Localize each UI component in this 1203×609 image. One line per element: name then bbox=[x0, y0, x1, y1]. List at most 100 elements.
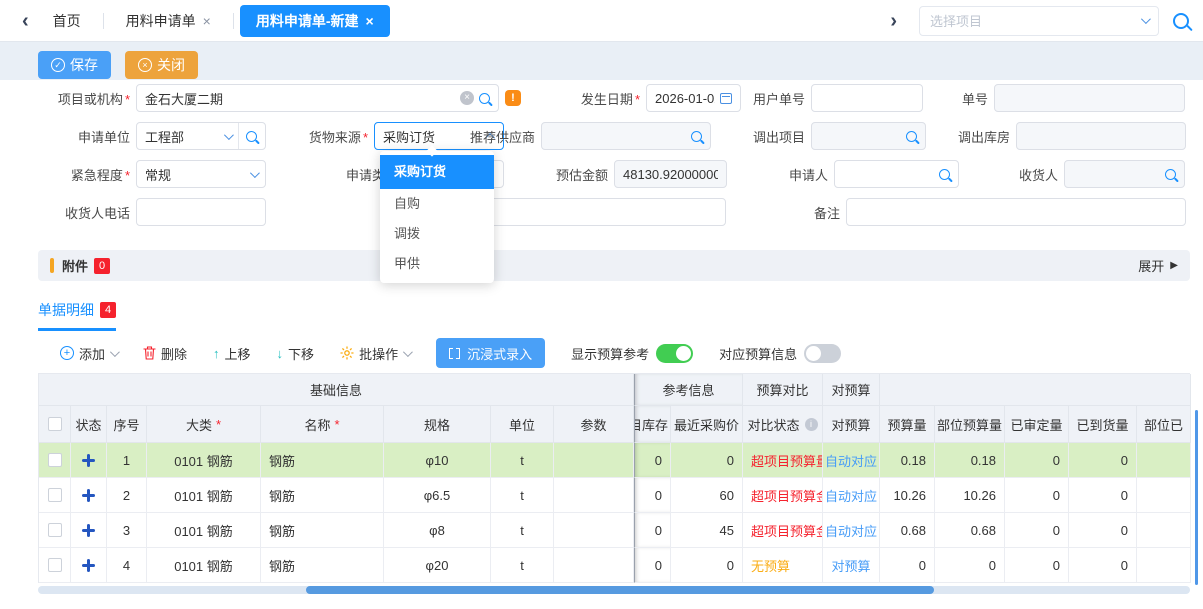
move-up-button[interactable]: ↑ 上移 bbox=[213, 344, 251, 363]
row-checkbox[interactable] bbox=[48, 488, 62, 502]
table-row[interactable]: 40101 钢筋钢筋φ20t00无预算对预算0000 bbox=[39, 548, 1190, 583]
chevron-down-icon bbox=[250, 168, 260, 178]
cell-compare_status: 超项目预算金额 bbox=[743, 478, 823, 513]
to-budget-link[interactable]: 自动对应 bbox=[825, 521, 877, 540]
cell-arrived_qty: 0 bbox=[1069, 443, 1137, 478]
table-row[interactable]: 30101 钢筋钢筋φ8t045超项目预算金额自动对应0.680.6800 bbox=[39, 513, 1190, 548]
search-icon[interactable] bbox=[906, 131, 917, 142]
cell-compare_status: 超项目预算量, bbox=[743, 443, 823, 478]
tab-material-request[interactable]: 用料申请单 × bbox=[110, 5, 227, 37]
source-option-2[interactable]: 调拨 bbox=[380, 219, 494, 249]
expand-button[interactable]: 展开 ▶ bbox=[1138, 256, 1178, 275]
compare-status-text: 超项目预算金额 bbox=[751, 486, 823, 505]
batch-ops-button[interactable]: 批操作 bbox=[340, 344, 410, 363]
tab-label: 首页 bbox=[53, 11, 81, 31]
column-header-label: 预算量 bbox=[887, 415, 926, 434]
show-budget-ref-toggle[interactable] bbox=[656, 344, 693, 363]
delete-button[interactable]: 删除 bbox=[143, 344, 187, 363]
add-row-plus-icon[interactable] bbox=[82, 559, 95, 572]
column-group-header: 参考信息 bbox=[634, 374, 743, 406]
cell-arrived_qty: 0 bbox=[1069, 478, 1137, 513]
source-option-3[interactable]: 甲供 bbox=[380, 249, 494, 279]
clear-icon[interactable]: × bbox=[460, 91, 474, 105]
tab-material-request-new[interactable]: 用料申请单-新建 × bbox=[240, 5, 390, 37]
cell-checkbox bbox=[39, 478, 71, 513]
tab-home[interactable]: 首页 bbox=[37, 5, 97, 37]
project-select[interactable]: 选择项目 bbox=[919, 6, 1159, 36]
select-all-checkbox[interactable] bbox=[48, 417, 62, 431]
add-row-plus-icon[interactable] bbox=[82, 454, 95, 467]
cell-category: 0101 钢筋 bbox=[147, 478, 261, 513]
cell-unit: t bbox=[491, 513, 554, 548]
save-button[interactable]: ✓ 保存 bbox=[38, 51, 111, 79]
add-row-plus-icon[interactable] bbox=[82, 489, 95, 502]
add-row-plus-icon[interactable] bbox=[82, 524, 95, 537]
search-icon[interactable] bbox=[479, 93, 490, 104]
horizontal-scrollbar[interactable] bbox=[38, 586, 1190, 594]
applicant-input[interactable] bbox=[834, 160, 959, 188]
trash-icon bbox=[143, 346, 156, 360]
estimate-amount-value: 48130.9200000000 bbox=[623, 167, 718, 182]
tab-close-icon[interactable]: × bbox=[203, 14, 211, 28]
row-checkbox[interactable] bbox=[48, 453, 62, 467]
doc-no-input bbox=[994, 84, 1185, 112]
move-down-button[interactable]: ↓ 下移 bbox=[277, 344, 315, 363]
urgency-label: 紧急程度 bbox=[38, 165, 130, 184]
immersive-entry-button[interactable]: 沉浸式录入 bbox=[436, 338, 545, 368]
receiver-phone-input[interactable] bbox=[136, 198, 266, 226]
occur-date-input[interactable]: 2026-01-02 1 bbox=[646, 84, 741, 112]
urgency-select[interactable]: 常规 bbox=[136, 160, 266, 188]
triangle-right-icon: ▶ bbox=[1170, 260, 1178, 271]
apply-dept-label: 申请单位 bbox=[38, 127, 130, 146]
cell-name: 钢筋 bbox=[261, 513, 384, 548]
add-label: 添加 bbox=[79, 344, 105, 363]
to-budget-link[interactable]: 对预算 bbox=[831, 556, 870, 575]
horizontal-scrollbar-thumb[interactable] bbox=[306, 586, 934, 594]
warning-icon: ! bbox=[505, 90, 521, 106]
tab-label: 用料申请单-新建 bbox=[256, 11, 359, 31]
column-header-checkbox[interactable] bbox=[39, 406, 71, 443]
to-budget-link[interactable]: 自动对应 bbox=[825, 486, 877, 505]
table-row[interactable]: 20101 钢筋钢筋φ6.5t060超项目预算金额自动对应10.2610.260… bbox=[39, 478, 1190, 513]
row-checkbox[interactable] bbox=[48, 558, 62, 572]
table-row[interactable]: 10101 钢筋钢筋φ10t00超项目预算量,自动对应0.180.1800 bbox=[39, 443, 1190, 478]
move-down-label: 下移 bbox=[288, 344, 314, 363]
column-header-category: 大类* bbox=[147, 406, 261, 443]
attachment-bar[interactable]: 附件 0 展开 ▶ bbox=[38, 250, 1190, 281]
cell-checkbox bbox=[39, 548, 71, 583]
budget-info-label: 对应预算信息 bbox=[719, 344, 797, 363]
info-icon[interactable]: i bbox=[805, 418, 818, 431]
to-budget-link[interactable]: 自动对应 bbox=[825, 451, 877, 470]
budget-info-toggle[interactable] bbox=[804, 344, 841, 363]
close-button[interactable]: × 关闭 bbox=[125, 51, 198, 79]
search-icon[interactable] bbox=[246, 131, 257, 142]
column-header-name: 名称* bbox=[261, 406, 384, 443]
grid-toolbar: + 添加 删除 ↑ 上移 ↓ 下移 批操作 沉浸式录入 显示预算参考 bbox=[38, 338, 1190, 368]
vertical-scrollbar[interactable] bbox=[1195, 410, 1198, 585]
cell-budget_qty: 10.26 bbox=[880, 478, 935, 513]
tab-close-icon[interactable]: × bbox=[366, 14, 374, 28]
user-doc-no-input[interactable] bbox=[811, 84, 923, 112]
search-icon[interactable] bbox=[691, 131, 702, 142]
arrow-down-icon: ↓ bbox=[277, 346, 284, 361]
row-checkbox[interactable] bbox=[48, 523, 62, 537]
tab-label: 用料申请单 bbox=[126, 11, 196, 31]
search-icon[interactable] bbox=[1173, 13, 1189, 29]
add-button[interactable]: + 添加 bbox=[60, 344, 117, 363]
source-option-1[interactable]: 自购 bbox=[380, 189, 494, 219]
tab-detail-list[interactable]: 单据明细 4 bbox=[38, 300, 116, 331]
column-group-header: 预算对比 bbox=[743, 374, 823, 406]
project-org-input[interactable]: 金石大厦二期 × bbox=[136, 84, 499, 112]
tabs-scroll-left-icon[interactable]: ‹ bbox=[14, 11, 37, 31]
detail-tab-label: 单据明细 bbox=[38, 300, 94, 320]
search-icon[interactable] bbox=[939, 169, 950, 180]
tabs-scroll-right-icon[interactable]: › bbox=[882, 11, 905, 31]
cell-approved_qty: 0 bbox=[1005, 548, 1069, 583]
search-icon[interactable] bbox=[1165, 169, 1176, 180]
remark-input[interactable] bbox=[846, 198, 1186, 226]
cell-budget_qty: 0.18 bbox=[880, 443, 935, 478]
project-org-value: 金石大厦二期 bbox=[145, 89, 455, 108]
apply-dept-select[interactable]: 工程部 bbox=[136, 122, 266, 150]
source-option-0[interactable]: 采购订货 bbox=[380, 155, 494, 189]
cell-part_approved bbox=[1137, 548, 1191, 583]
